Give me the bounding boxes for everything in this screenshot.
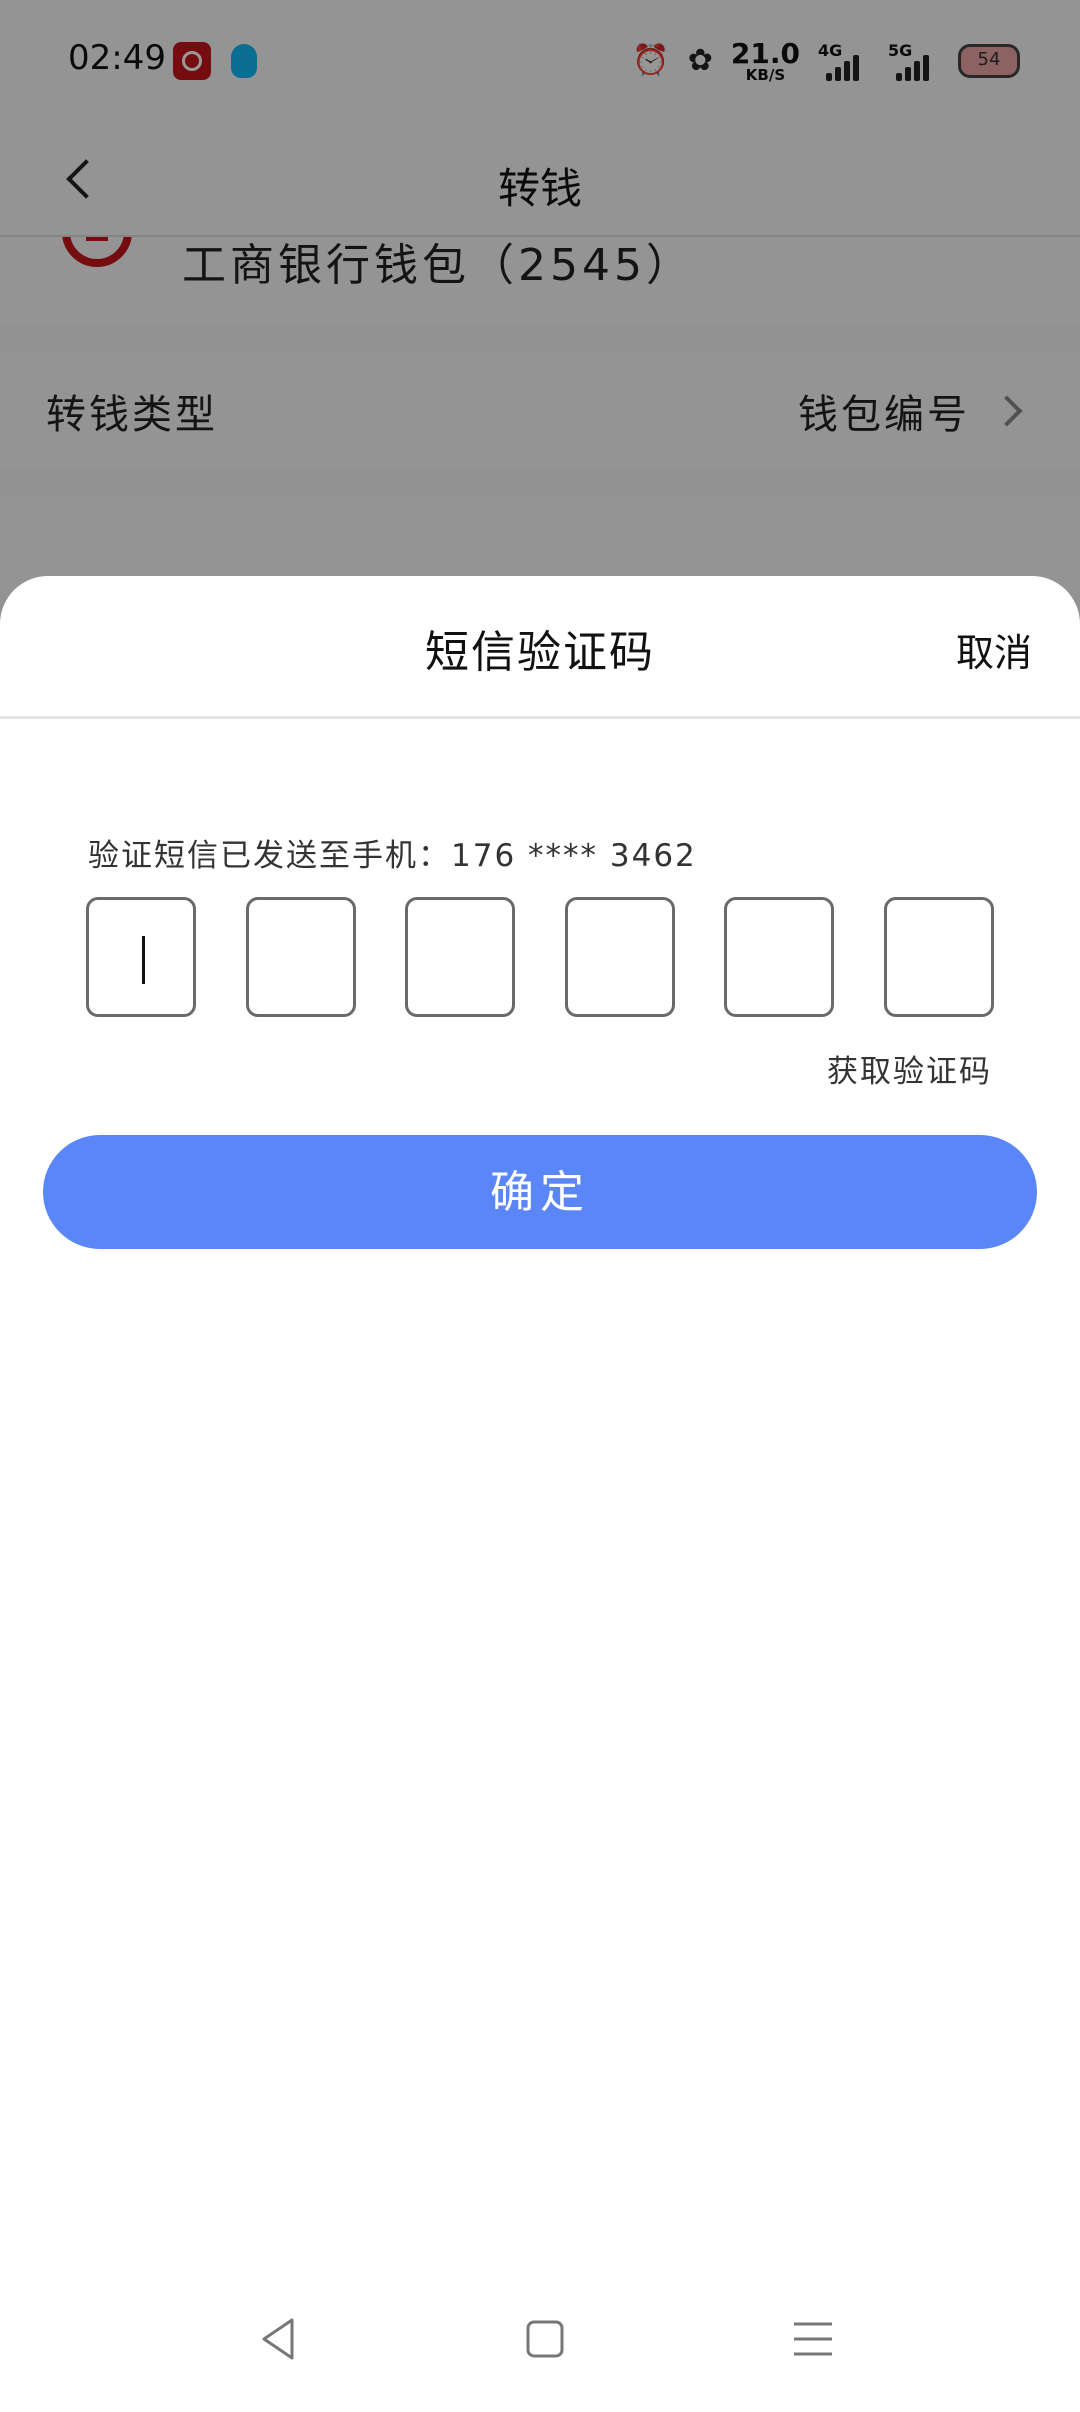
system-home-icon[interactable] <box>520 2314 570 2364</box>
code-digit-4[interactable] <box>564 897 675 1017</box>
system-menu-icon[interactable] <box>788 2314 838 2364</box>
system-back-icon[interactable] <box>254 2314 304 2364</box>
get-code-link[interactable]: 获取验证码 <box>827 1046 992 1091</box>
code-digit-2[interactable] <box>245 897 356 1017</box>
code-digit-3[interactable] <box>405 897 516 1017</box>
code-digit-5[interactable] <box>724 897 835 1017</box>
sheet-title: 短信验证码 <box>425 627 655 678</box>
code-input-group <box>86 897 994 1017</box>
system-nav-bar <box>0 2276 1080 2412</box>
code-digit-6[interactable] <box>883 897 994 1017</box>
sheet-header: 短信验证码 取消 <box>0 576 1080 719</box>
cancel-button[interactable]: 取消 <box>956 622 1032 677</box>
confirm-button[interactable]: 确定 <box>43 1135 1037 1249</box>
sms-sent-hint: 验证短信已发送至手机：176 **** 3462 <box>88 838 697 874</box>
screen: 02:49 ⏰ ✿ 21.0 KB/S 4G 5G 54 转钱 工商银行钱包（2… <box>0 0 1080 2412</box>
code-digit-1[interactable] <box>86 897 196 1017</box>
sms-verification-sheet: 短信验证码 取消 验证短信已发送至手机：176 **** 3462 获取验证码 … <box>0 576 1080 2412</box>
text-caret <box>142 936 145 984</box>
